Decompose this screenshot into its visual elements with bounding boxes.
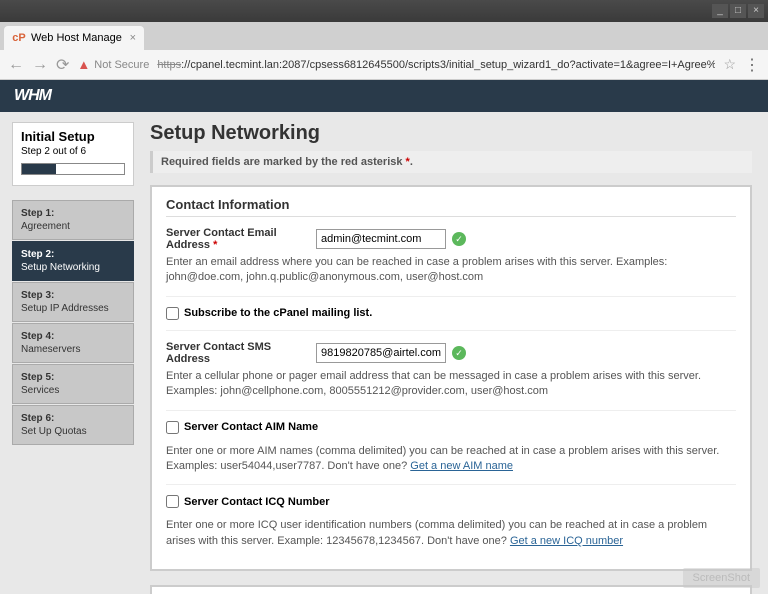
step-label: Setup Networking — [21, 262, 100, 273]
aim-link[interactable]: Get a new AIM name — [410, 460, 513, 472]
screenshot-watermark: ScreenShot — [683, 568, 760, 588]
tab-title: Web Host Manage — [31, 32, 122, 44]
window-maximize-button[interactable]: □ — [730, 4, 746, 18]
asterisk: * — [406, 156, 410, 168]
icq-row: Server Contact ICQ Number — [166, 495, 736, 508]
url-path: ://cpanel.tecmint.lan:2087/cpsess6812645… — [181, 59, 715, 71]
email-field-row: Server Contact Email Address * ✓ — [166, 227, 736, 251]
back-button[interactable]: ← — [8, 56, 24, 74]
sidebar-step-agreement[interactable]: Step 1: Agreement — [12, 200, 134, 240]
step-num: Step 2: — [21, 248, 125, 261]
progress-bar — [21, 163, 125, 175]
check-icon: ✓ — [452, 346, 466, 360]
step-num: Step 1: — [21, 207, 125, 220]
sidebar-step-quotas[interactable]: Step 6: Set Up Quotas — [12, 405, 134, 445]
aim-row: Server Contact AIM Name — [166, 421, 736, 434]
email-label: Server Contact Email Address * — [166, 227, 316, 251]
subscribe-label: Subscribe to the cPanel mailing list. — [184, 307, 372, 319]
icq-link[interactable]: Get a new ICQ number — [510, 535, 623, 547]
browser-address-bar: ← → ⟳ ▲ Not Secure https://cpanel.tecmin… — [0, 50, 768, 80]
step-num: Step 6: — [21, 412, 125, 425]
security-badge[interactable]: ▲ Not Secure — [77, 57, 149, 72]
setup-progress-box: Initial Setup Step 2 out of 6 — [12, 122, 134, 186]
required-note: Required fields are marked by the red as… — [150, 151, 752, 173]
browser-tab[interactable]: cP Web Host Manage × — [4, 26, 144, 50]
sms-input[interactable] — [316, 343, 446, 363]
browser-tab-bar: cP Web Host Manage × — [0, 22, 768, 50]
step-num: Step 4: — [21, 330, 125, 343]
cpanel-icon: cP — [12, 31, 26, 45]
sidebar-step-networking[interactable]: Step 2: Setup Networking — [12, 241, 134, 281]
step-label: Nameservers — [21, 344, 80, 355]
sidebar-step-services[interactable]: Step 5: Services — [12, 364, 134, 404]
main-layout: Initial Setup Step 2 out of 6 Step 1: Ag… — [0, 112, 768, 594]
aim-label: Server Contact AIM Name — [184, 421, 318, 433]
window-titlebar: _ □ × — [0, 0, 768, 22]
sms-label: Server Contact SMS Address — [166, 341, 316, 365]
progress-fill — [22, 164, 56, 174]
security-text: Not Secure — [94, 59, 149, 71]
step-label: Agreement — [21, 221, 70, 232]
step-label: Setup IP Addresses — [21, 303, 109, 314]
step-num: Step 5: — [21, 371, 125, 384]
sms-field-row: Server Contact SMS Address ✓ — [166, 341, 736, 365]
email-input[interactable] — [316, 229, 446, 249]
aim-checkbox[interactable] — [166, 421, 179, 434]
whm-header: WHM — [0, 80, 768, 112]
reload-button[interactable]: ⟳ — [56, 55, 69, 75]
window-minimize-button[interactable]: _ — [712, 4, 728, 18]
check-icon: ✓ — [452, 232, 466, 246]
warning-icon: ▲ — [77, 57, 90, 72]
sidebar: Initial Setup Step 2 out of 6 Step 1: Ag… — [0, 112, 134, 594]
required-note-text: Required fields are marked by the red as… — [161, 156, 406, 168]
sms-help: Enter a cellular phone or pager email ad… — [166, 369, 736, 411]
step-num: Step 3: — [21, 289, 125, 302]
page-title: Setup Networking — [150, 122, 752, 145]
subscribe-checkbox[interactable] — [166, 307, 179, 320]
sidebar-step-nameservers[interactable]: Step 4: Nameservers — [12, 323, 134, 363]
content-area: Setup Networking Required fields are mar… — [134, 112, 768, 594]
subscribe-row: Subscribe to the cPanel mailing list. — [166, 307, 736, 331]
icq-label: Server Contact ICQ Number — [184, 496, 329, 508]
aim-help: Enter one or more AIM names (comma delim… — [166, 444, 736, 486]
whm-logo: WHM — [14, 87, 51, 105]
icq-checkbox[interactable] — [166, 495, 179, 508]
email-help: Enter an email address where you can be … — [166, 255, 736, 297]
sidebar-step-ip[interactable]: Step 3: Setup IP Addresses — [12, 282, 134, 322]
url-scheme: https — [157, 59, 181, 71]
bookmark-icon[interactable]: ☆ — [723, 56, 736, 73]
url-field[interactable]: https://cpanel.tecmint.lan:2087/cpsess68… — [157, 59, 715, 71]
hostname-panel: Hostname This Server's Hostname * The cu… — [150, 585, 752, 594]
browser-menu-icon[interactable]: ⋮ — [744, 55, 760, 75]
step-label: Set Up Quotas — [21, 426, 87, 437]
setup-title: Initial Setup — [21, 129, 125, 144]
contact-info-panel: Contact Information Server Contact Email… — [150, 185, 752, 571]
tab-close-icon[interactable]: × — [130, 32, 136, 44]
window-close-button[interactable]: × — [748, 4, 764, 18]
contact-heading: Contact Information — [166, 197, 736, 217]
forward-button[interactable]: → — [32, 56, 48, 74]
icq-help: Enter one or more ICQ user identificatio… — [166, 518, 736, 549]
step-label: Services — [21, 385, 59, 396]
setup-step-text: Step 2 out of 6 — [21, 146, 125, 157]
